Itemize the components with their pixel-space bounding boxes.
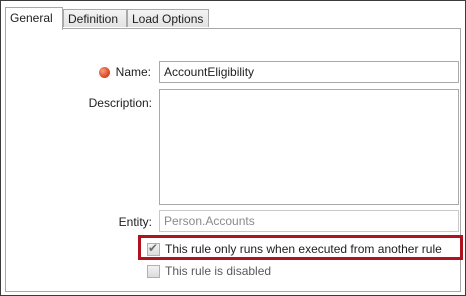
checkmark-icon: ✔ (148, 240, 159, 255)
rule-disabled-label: This rule is disabled (165, 264, 272, 278)
rule-disabled-checkbox[interactable] (147, 264, 160, 278)
rule-editor-window: General Definition Load Options Name: De… (0, 0, 466, 296)
description-field[interactable] (159, 89, 459, 205)
description-label: Description: (88, 96, 152, 110)
name-label: Name: (115, 65, 151, 79)
tab-definition[interactable]: Definition (63, 9, 127, 27)
tab-load-options[interactable]: Load Options (127, 9, 209, 27)
tab-general[interactable]: General (5, 7, 63, 30)
only-from-rule-label: This rule only runs when executed from a… (165, 242, 442, 256)
rule-disabled-option[interactable]: This rule is disabled (147, 263, 271, 279)
entity-label: Entity: (118, 215, 152, 229)
required-indicator-icon (99, 67, 110, 78)
name-field[interactable] (159, 61, 459, 83)
only-from-rule-option[interactable]: ✔ This rule only runs when executed from… (147, 241, 442, 257)
only-from-rule-checkbox[interactable]: ✔ (147, 240, 160, 256)
entity-field (159, 210, 459, 232)
